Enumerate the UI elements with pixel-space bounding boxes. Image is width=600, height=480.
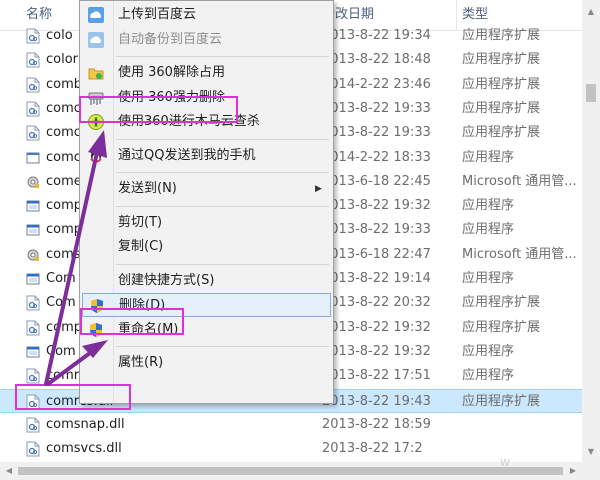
annotation-arrows — [44, 130, 108, 386]
arrow-line-short — [46, 348, 96, 386]
watermark: W — [500, 458, 510, 469]
arrow-head-up — [88, 130, 107, 158]
